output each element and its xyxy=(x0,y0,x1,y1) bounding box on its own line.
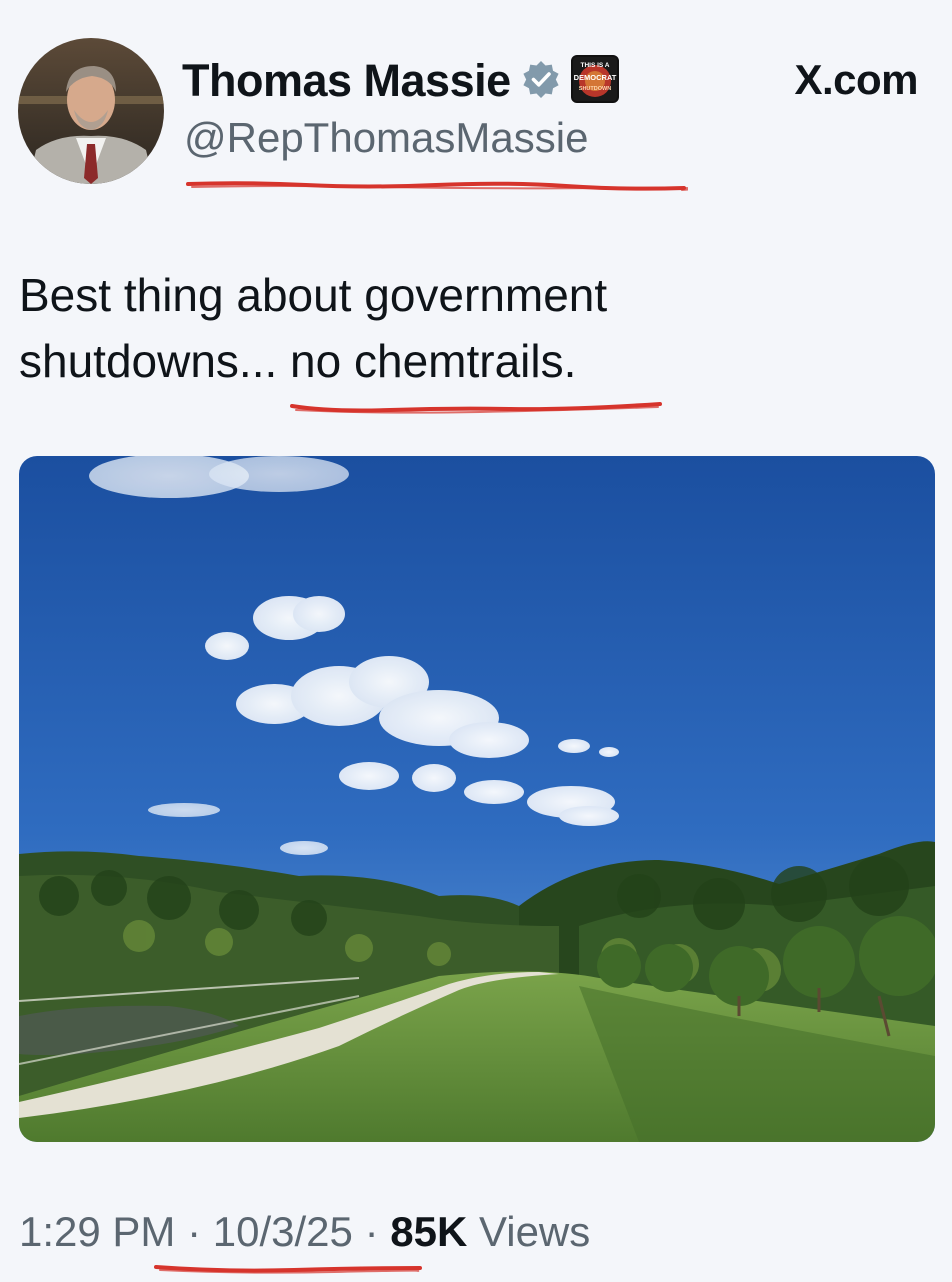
meta-separator-2: · xyxy=(364,1208,379,1255)
affiliate-badge-line3: SHUTDOWN xyxy=(578,86,610,92)
views-count[interactable]: 85K xyxy=(390,1208,467,1255)
tweet-text-line-2: shutdowns... no chemtrails. xyxy=(19,335,577,387)
views-label[interactable]: Views xyxy=(479,1208,590,1255)
landscape-photo xyxy=(19,456,935,1142)
affiliate-badge-line2: DEMOCRAT xyxy=(573,73,616,82)
tweet-photo[interactable] xyxy=(19,456,935,1142)
tweet-time[interactable]: 1:29 PM xyxy=(19,1208,175,1255)
author-handle[interactable]: @RepThomasMassie xyxy=(184,114,588,162)
tweet-text-line-1: Best thing about government xyxy=(19,269,608,321)
meta-separator-1: · xyxy=(187,1208,202,1255)
affiliate-badge-icon[interactable]: THIS IS A DEMOCRAT SHUTDOWN xyxy=(570,54,619,108)
verified-badge-icon[interactable] xyxy=(521,59,561,104)
avatar[interactable] xyxy=(18,38,164,184)
text-underline-annotation xyxy=(290,402,662,414)
handle-underline-annotation xyxy=(186,181,688,191)
avatar-photo xyxy=(18,38,164,184)
tweet-date[interactable]: 10/3/25 xyxy=(213,1208,353,1255)
date-underline-annotation xyxy=(154,1265,422,1274)
tweet-meta: 1:29 PM · 10/3/25 · 85K Views xyxy=(19,1208,590,1256)
site-label: X.com xyxy=(794,56,918,103)
author-display-name[interactable]: Thomas Massie xyxy=(182,55,511,107)
author-name-row: Thomas Massie THIS IS A DEMOCRAT SHUTDOW… xyxy=(182,52,619,110)
affiliate-badge-line1: THIS IS A xyxy=(580,62,609,69)
tweet-text: Best thing about government shutdowns...… xyxy=(19,262,919,394)
